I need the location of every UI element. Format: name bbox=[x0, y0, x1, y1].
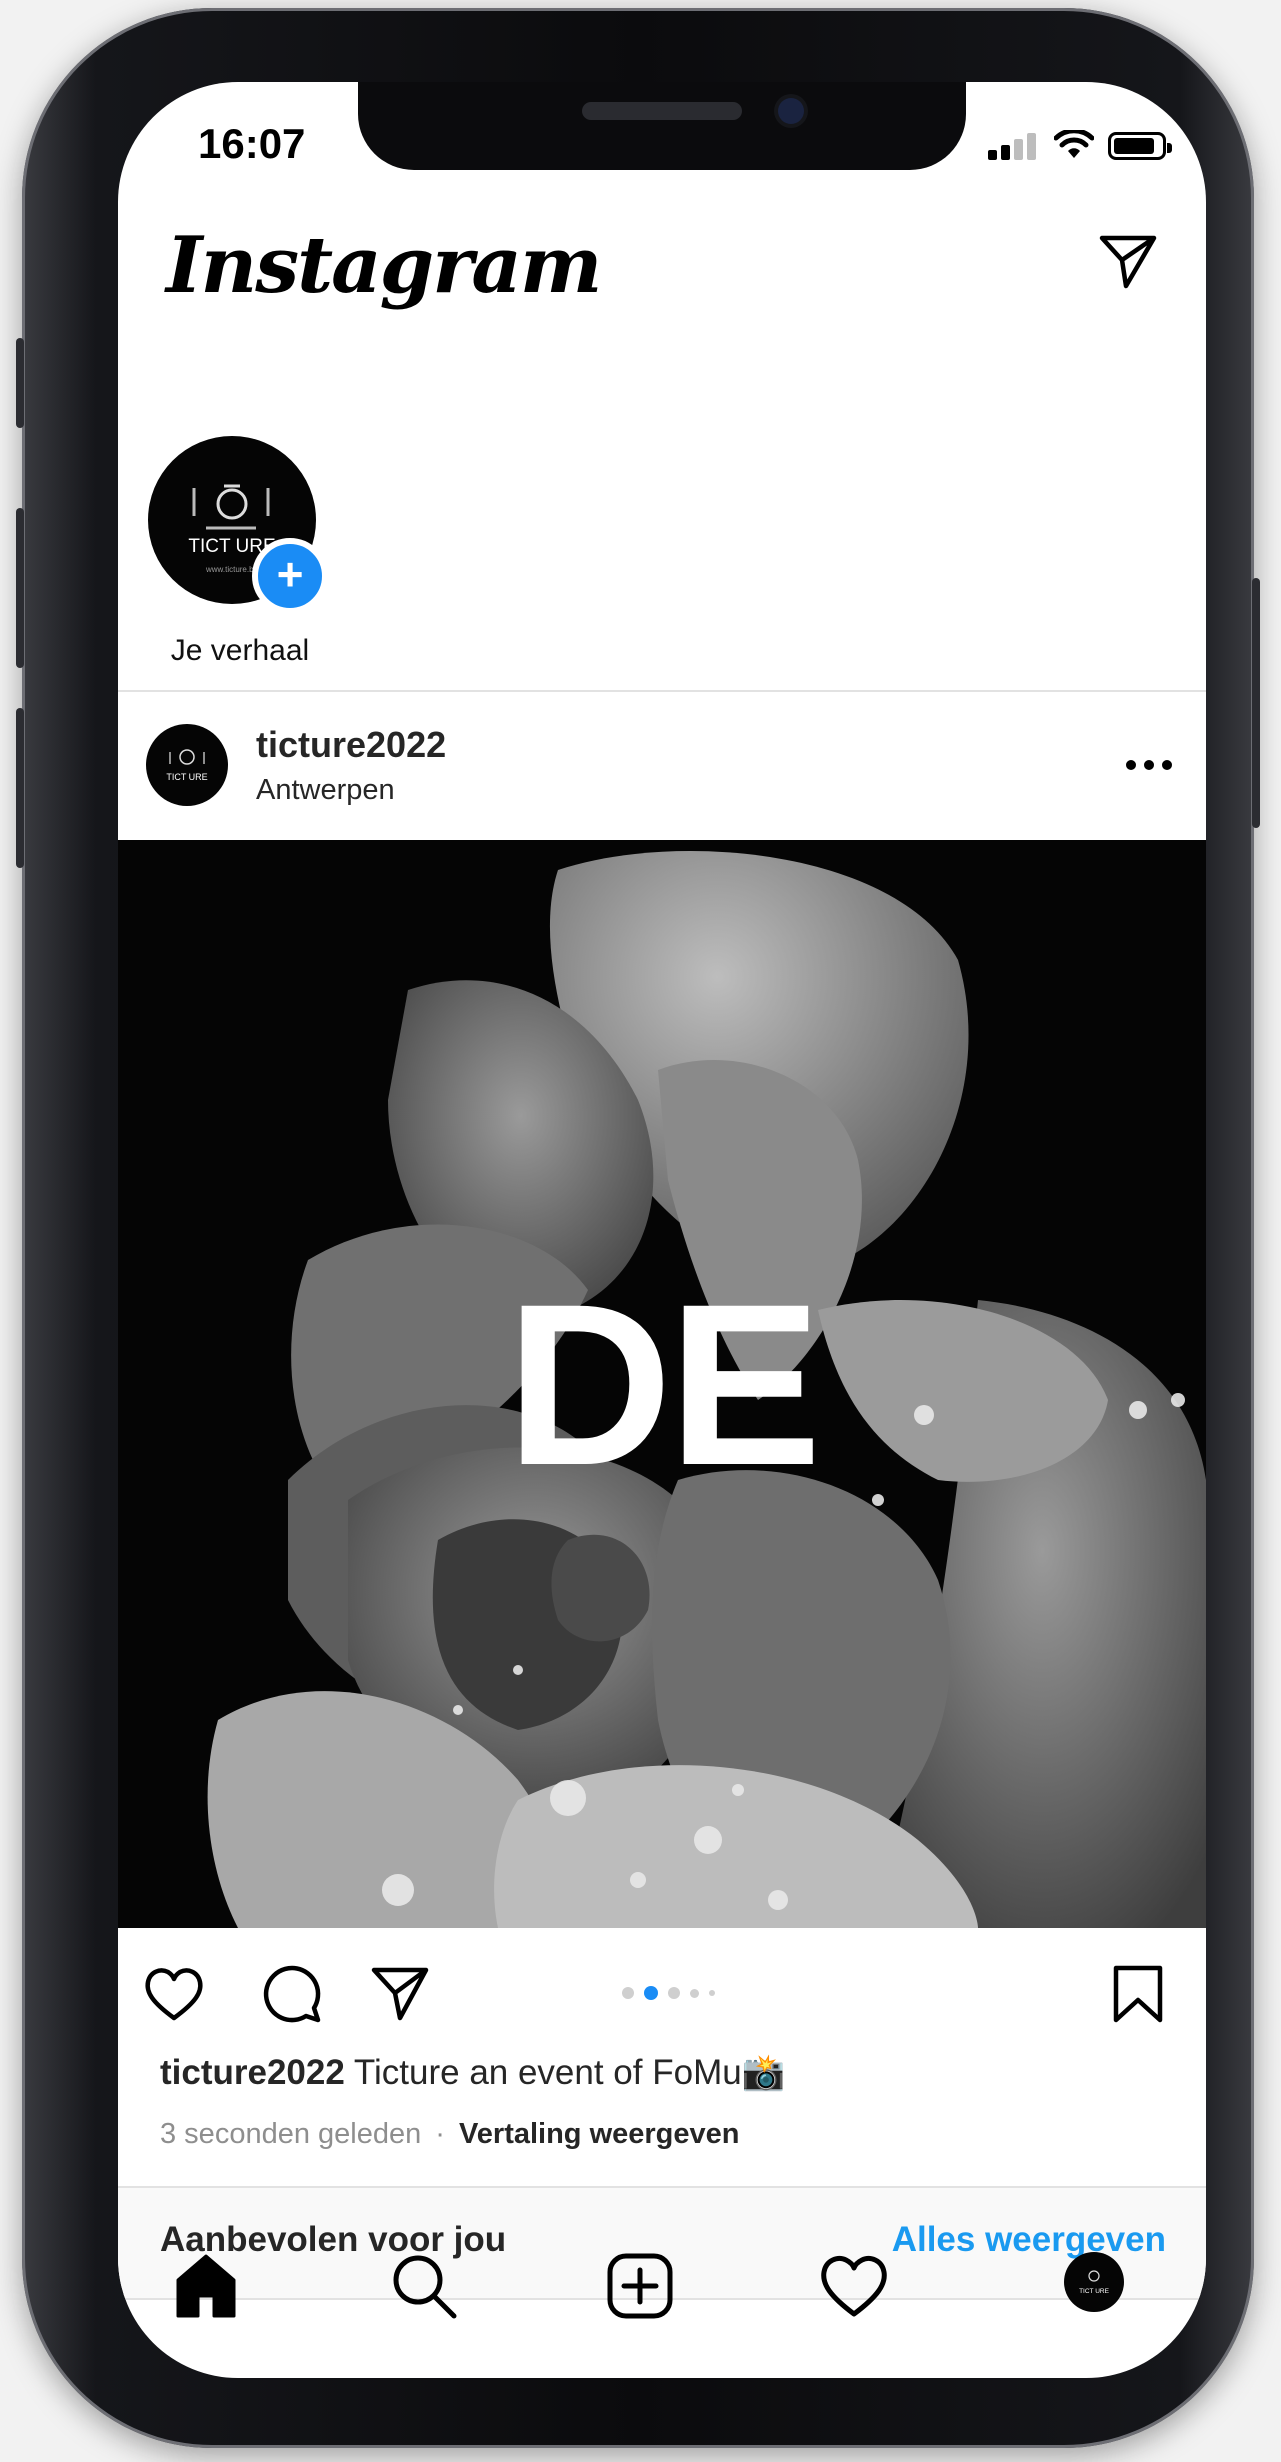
activity-icon[interactable] bbox=[818, 2250, 890, 2322]
carousel-dot bbox=[690, 1988, 699, 1998]
more-icon[interactable] bbox=[1124, 758, 1174, 772]
earpiece bbox=[582, 102, 742, 120]
wifi-icon bbox=[1054, 130, 1094, 158]
story-avatar-url: www.ticture.be bbox=[205, 565, 259, 574]
carousel-dot bbox=[668, 1987, 680, 1999]
meta-separator: · bbox=[435, 2118, 445, 2150]
ticture-logo: TICT URE bbox=[1079, 2270, 1110, 2295]
volume-up-button bbox=[16, 508, 24, 668]
front-camera bbox=[778, 98, 804, 124]
status-time: 16:07 bbox=[198, 120, 306, 167]
ticture-logo: TICT URE bbox=[166, 749, 208, 782]
volume-down-button bbox=[16, 708, 24, 868]
profile-tab-avatar[interactable]: TICT URE bbox=[1064, 2252, 1124, 2312]
mute-switch bbox=[16, 338, 24, 428]
carousel-dot bbox=[709, 1990, 715, 1996]
add-post-icon[interactable] bbox=[604, 2250, 676, 2322]
heart-icon[interactable] bbox=[142, 1962, 206, 2026]
carousel-dot-active bbox=[644, 1986, 658, 2000]
post-location[interactable]: Antwerpen bbox=[256, 774, 395, 807]
post-time: 3 seconden geleden bbox=[160, 2118, 422, 2150]
post-username[interactable]: ticture2022 bbox=[256, 724, 446, 766]
phone-frame: 16:07 Instagram TICT URE www.ticture.be … bbox=[16, 8, 1260, 2448]
translate-link[interactable]: Vertaling weergeven bbox=[459, 2118, 739, 2150]
add-story-button[interactable]: + bbox=[252, 538, 328, 614]
status-icons bbox=[988, 130, 1172, 160]
instagram-logo: Instagram bbox=[166, 220, 602, 311]
battery-icon bbox=[1108, 132, 1172, 160]
post-meta: 3 seconden geleden · Vertaling weergeven bbox=[160, 2118, 740, 2151]
post-avatar-text: TICT URE bbox=[166, 772, 207, 782]
notch bbox=[358, 82, 966, 170]
comment-icon[interactable] bbox=[260, 1962, 324, 2026]
see-all-link[interactable]: Alles weergeven bbox=[892, 2220, 1166, 2260]
carousel-indicator bbox=[622, 1986, 715, 2000]
post-caption: ticture2022 Ticture an event of FoMu📸 bbox=[160, 2052, 785, 2093]
caption-username[interactable]: ticture2022 bbox=[160, 2053, 345, 2092]
bookmark-icon[interactable] bbox=[1106, 1962, 1170, 2026]
screen: 16:07 Instagram TICT URE www.ticture.be … bbox=[118, 82, 1206, 2378]
share-icon[interactable] bbox=[368, 1962, 432, 2026]
nav-avatar-text: TICT URE bbox=[1079, 2288, 1110, 2295]
post-avatar[interactable]: TICT URE bbox=[146, 724, 228, 806]
post-image[interactable]: DE bbox=[118, 840, 1206, 1928]
divider bbox=[118, 690, 1206, 692]
send-icon[interactable] bbox=[1098, 232, 1158, 292]
signal-icon bbox=[988, 132, 1040, 160]
story-label: Je verhaal bbox=[170, 634, 310, 667]
carousel-dot bbox=[622, 1987, 634, 1999]
search-icon[interactable] bbox=[388, 2250, 460, 2322]
power-button bbox=[1252, 578, 1260, 828]
caption-text: Ticture an event of FoMu📸 bbox=[353, 2053, 786, 2092]
post-image-text: DE bbox=[506, 1256, 822, 1513]
home-icon[interactable] bbox=[170, 2250, 242, 2322]
